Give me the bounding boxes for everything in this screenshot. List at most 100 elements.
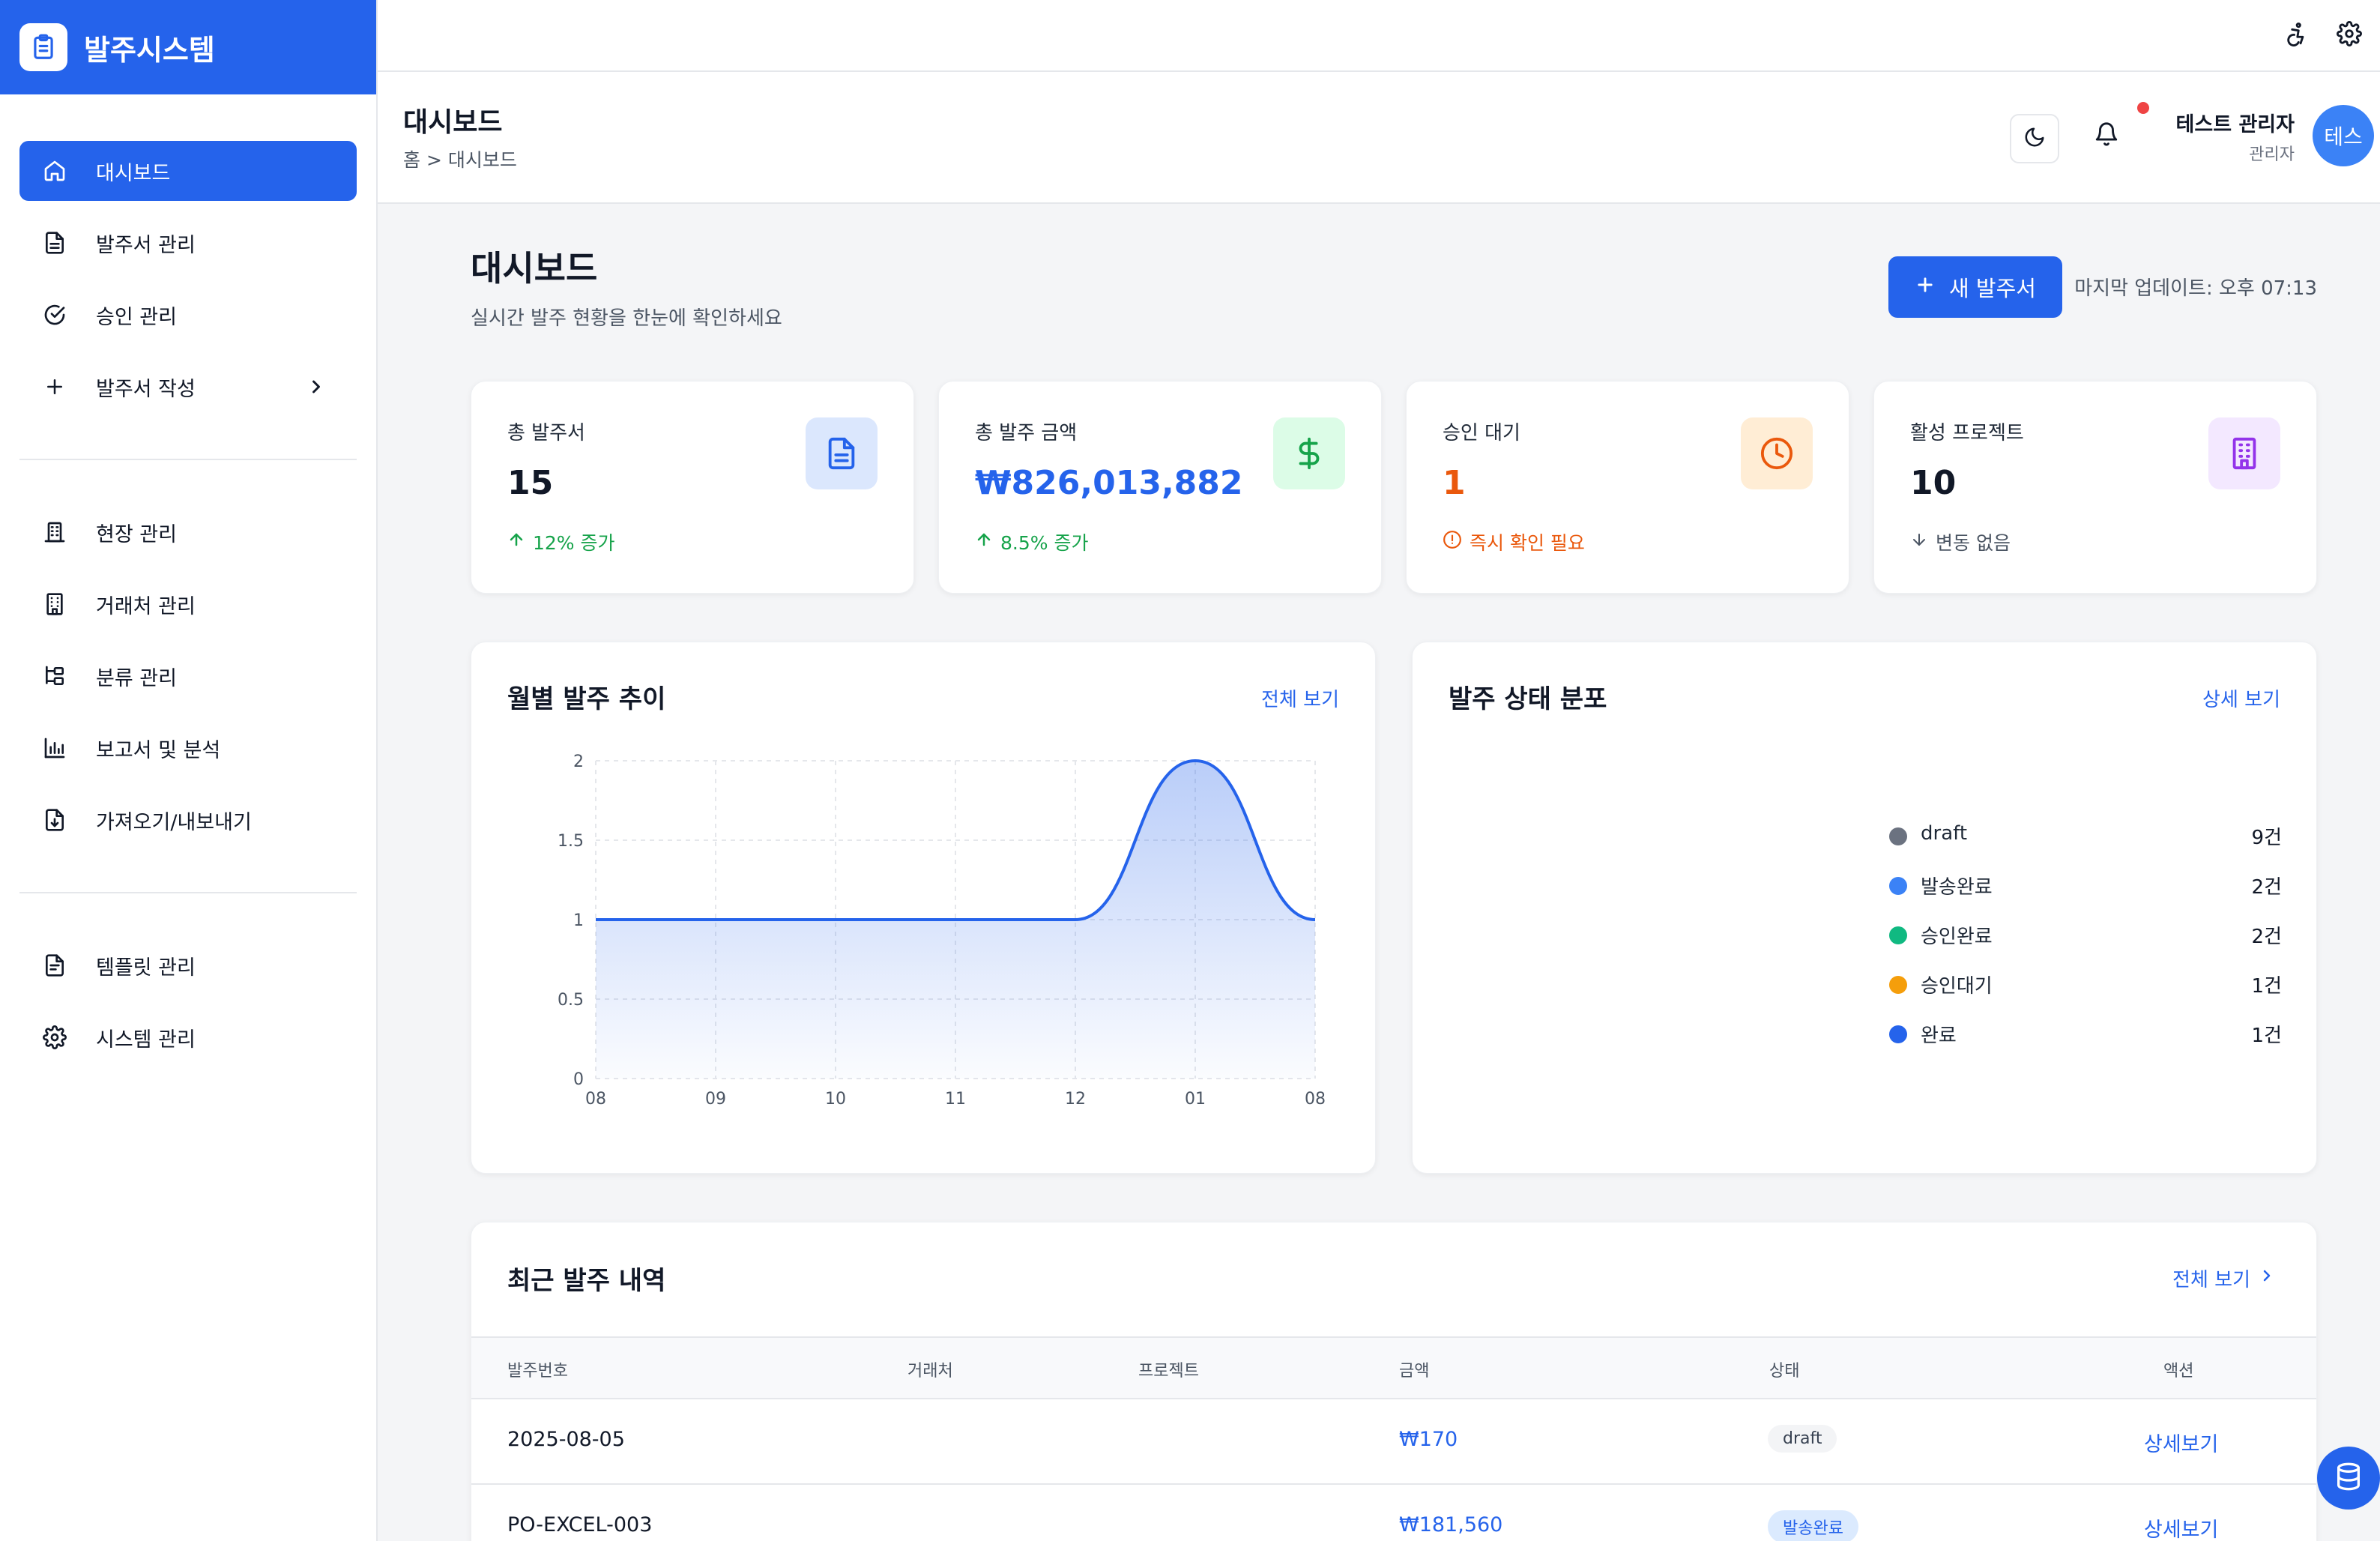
plus-icon xyxy=(1915,274,1936,301)
sidebar-item-system[interactable]: 시스템 관리 xyxy=(19,1007,357,1067)
legend-item: 발송완료 2건 xyxy=(1889,869,2282,899)
stat-trend-text: 즉시 확인 필요 xyxy=(1470,532,1585,554)
table-header: 발주번호 거래처 프로젝트 금액 상태 액션 xyxy=(471,1336,2316,1399)
recent-orders-card: 최근 발주 내역 전체 보기 발주번호 거래처 프로젝트 금액 상태 액션 20… xyxy=(471,1222,2317,1541)
sidebar-nav: 대시보드 발주서 관리 승인 관리 발주서 작성 현장 관리 거래처 관리 분류… xyxy=(0,94,376,1067)
recent-title: 최근 발주 내역 xyxy=(507,1266,666,1296)
sidebar-item-label: 가져오기/내보내기 xyxy=(96,810,252,834)
order-number: 2025-08-05 xyxy=(507,1428,625,1451)
table-row[interactable]: 2025-08-05 ₩170 draft 상세보기 xyxy=(471,1399,2316,1485)
y-tick-label: 0.5 xyxy=(558,991,584,1010)
stat-trend: 8.5% 증가 xyxy=(975,528,1088,555)
building-icon xyxy=(2208,417,2280,489)
legend-count: 1건 xyxy=(2251,975,2282,998)
arrow-up-icon xyxy=(975,531,993,553)
legend-dot xyxy=(1889,827,1907,845)
breadcrumb[interactable]: 홈 > 대시보드 xyxy=(403,145,517,172)
clock-icon xyxy=(1741,417,1813,489)
sidebar-item-sites[interactable]: 현장 관리 xyxy=(19,502,357,562)
legend-count: 2건 xyxy=(2251,926,2282,948)
detail-link[interactable]: 상세보기 xyxy=(2144,1513,2218,1541)
document-icon xyxy=(806,417,878,489)
home-icon xyxy=(42,158,67,184)
stat-label: 활성 프로젝트 xyxy=(1910,422,2024,444)
bell-icon[interactable] xyxy=(2094,121,2119,150)
stat-trend: 변동 없음 xyxy=(1910,528,2011,555)
y-tick-label: 0 xyxy=(573,1070,584,1089)
plus-icon xyxy=(42,374,67,399)
status-badge: draft xyxy=(1768,1425,1837,1453)
accessibility-icon[interactable] xyxy=(2283,21,2308,49)
stat-value: 15 xyxy=(507,464,554,502)
legend-count: 9건 xyxy=(2251,827,2282,849)
arrow-down-icon xyxy=(1910,531,1928,553)
user-name[interactable]: 테스트 관리자 xyxy=(2176,108,2295,137)
legend-item: draft 9건 xyxy=(1889,819,2282,849)
detail-link[interactable]: 상세보기 xyxy=(2144,1428,2218,1457)
check-circle-icon xyxy=(42,302,67,328)
sidebar-item-templates[interactable]: 템플릿 관리 xyxy=(19,935,357,995)
recent-view-all-label: 전체 보기 xyxy=(2172,1269,2250,1291)
stat-trend-text: 8.5% 증가 xyxy=(1000,532,1089,554)
sidebar-item-orders[interactable]: 발주서 관리 xyxy=(19,213,357,273)
legend-dot xyxy=(1889,976,1907,994)
gear-icon xyxy=(42,1025,67,1050)
legend-name: 승인대기 xyxy=(1921,975,1993,998)
legend-dot xyxy=(1889,926,1907,944)
gear-icon[interactable] xyxy=(2337,21,2362,49)
app: 발주시스템 대시보드 발주서 관리 승인 관리 발주서 작성 현장 관리 거래처… xyxy=(0,0,2380,1541)
database-fab-button[interactable] xyxy=(2317,1447,2380,1510)
amount-cell: ₩181,560 xyxy=(1399,1513,1503,1537)
arrow-up-icon xyxy=(507,531,525,553)
sidebar-item-label: 보고서 및 분석 xyxy=(96,738,221,762)
legend-name: 발송완료 xyxy=(1921,876,1993,899)
stat-card-active-projects[interactable]: 활성 프로젝트 10 변동 없음 xyxy=(1873,381,2317,594)
sidebar-item-create-order[interactable]: 발주서 작성 xyxy=(19,357,357,417)
theme-toggle-button[interactable] xyxy=(2010,114,2059,163)
order-number: PO-EXCEL-003 xyxy=(507,1513,653,1537)
status-title: 발주 상태 분포 xyxy=(1449,684,1607,714)
sidebar-item-label: 발주서 작성 xyxy=(96,377,196,401)
recent-view-all-link[interactable]: 전체 보기 xyxy=(2172,1264,2276,1292)
sidebar-item-label: 승인 관리 xyxy=(96,305,177,329)
monthly-trend-chart: 0 0.5 1 1.5 2 08 09 10 11 12 01 08 xyxy=(558,753,1326,1109)
avatar[interactable]: 테스 xyxy=(2313,105,2374,166)
stat-trend-text: 12% 증가 xyxy=(533,532,615,554)
sidebar-item-import-export[interactable]: 가져오기/내보내기 xyxy=(19,790,357,850)
sidebar-item-categories[interactable]: 분류 관리 xyxy=(19,646,357,706)
chevron-right-icon xyxy=(2258,1267,2276,1290)
table-row[interactable]: PO-EXCEL-003 ₩181,560 발송완료 상세보기 xyxy=(471,1485,2316,1541)
new-order-button[interactable]: 새 발주서 xyxy=(1888,256,2062,318)
stat-value: 1 xyxy=(1443,464,1466,502)
dollar-icon xyxy=(1273,417,1345,489)
legend-name: 승인완료 xyxy=(1921,926,1993,948)
alert-circle-icon xyxy=(1443,530,1462,554)
stat-card-pending-approval[interactable]: 승인 대기 1 즉시 확인 필요 xyxy=(1406,381,1849,594)
status-badge: 발송완료 xyxy=(1768,1510,1858,1541)
stat-card-total-amount[interactable]: 총 발주 금액 ₩826,013,882 8.5% 증가 xyxy=(938,381,1382,594)
y-tick-label: 1.5 xyxy=(558,832,584,851)
details-link[interactable]: 상세 보기 xyxy=(2202,684,2280,712)
stat-label: 총 발주 금액 xyxy=(975,422,1078,444)
legend-dot xyxy=(1889,877,1907,895)
x-tick-label: 09 xyxy=(705,1090,726,1109)
x-tick-label: 10 xyxy=(825,1090,846,1109)
sidebar-item-label: 현장 관리 xyxy=(96,522,177,546)
sidebar-item-dashboard[interactable]: 대시보드 xyxy=(19,141,357,201)
sidebar-item-approvals[interactable]: 승인 관리 xyxy=(19,285,357,345)
stat-card-total-orders[interactable]: 총 발주서 15 12% 증가 xyxy=(471,381,914,594)
chevron-right-icon xyxy=(306,376,327,402)
sidebar-divider xyxy=(19,459,357,460)
y-tick-label: 2 xyxy=(573,753,584,771)
header-title: 대시보드 xyxy=(403,107,503,138)
column-header: 거래처 xyxy=(907,1362,953,1381)
sidebar-divider xyxy=(19,892,357,893)
stat-label: 총 발주서 xyxy=(507,422,585,444)
sidebar-item-vendors[interactable]: 거래처 관리 xyxy=(19,574,357,634)
brand[interactable]: 발주시스템 xyxy=(0,0,376,94)
sidebar: 발주시스템 대시보드 발주서 관리 승인 관리 발주서 작성 현장 관리 거래처… xyxy=(0,0,378,1541)
legend-dot xyxy=(1889,1025,1907,1043)
column-header: 금액 xyxy=(1399,1362,1430,1381)
sidebar-item-reports[interactable]: 보고서 및 분석 xyxy=(19,718,357,778)
last-update: 마지막 업데이트: 오후 07:13 xyxy=(2074,277,2317,300)
